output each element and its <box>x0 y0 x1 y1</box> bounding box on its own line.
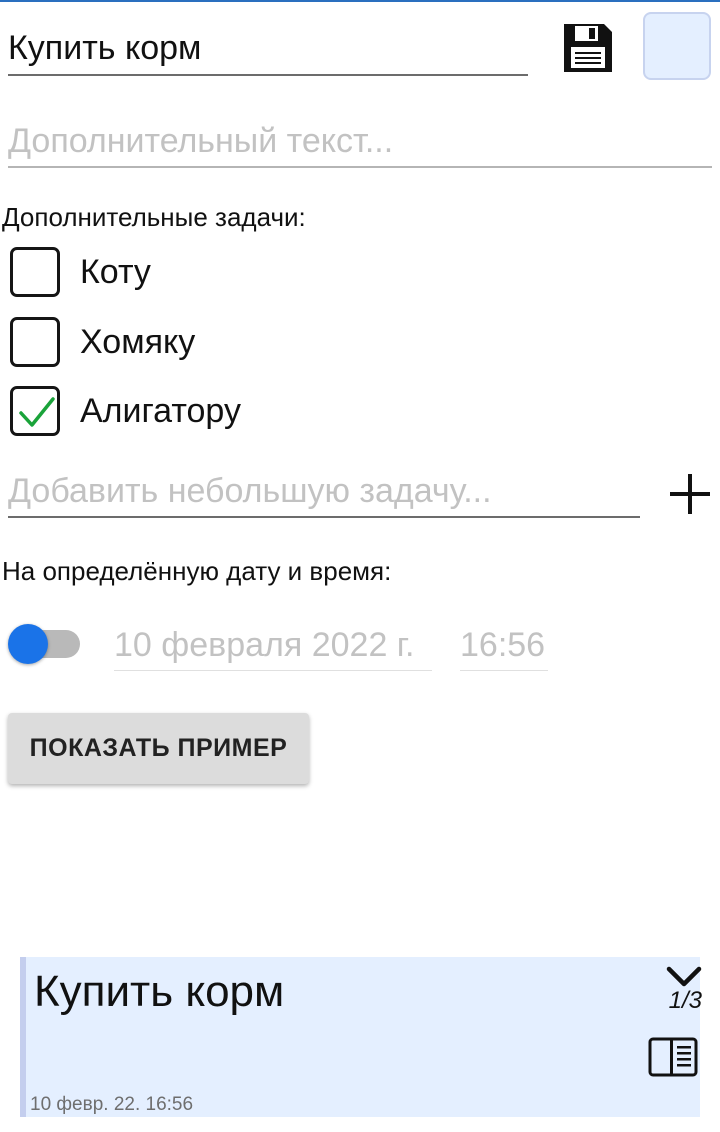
toggle-knob <box>8 624 48 664</box>
schedule-heading: На определённую дату и время: <box>2 556 392 586</box>
checkmark-icon <box>19 397 55 427</box>
subtask-label: Коту <box>80 252 151 291</box>
book-icon[interactable] <box>648 1037 698 1077</box>
preview-title: Купить корм <box>34 967 285 1016</box>
time-field[interactable]: 16:56 <box>460 622 548 671</box>
subtasks-heading: Дополнительные задачи: <box>2 202 306 232</box>
color-picker-button[interactable] <box>643 12 711 80</box>
subtask-checkbox-checked[interactable] <box>10 386 60 436</box>
subtask-checkbox[interactable] <box>10 247 60 297</box>
preview-counter: 1/3 <box>668 987 702 1014</box>
plus-icon[interactable] <box>668 472 712 516</box>
preview-card[interactable]: Купить корм 1/3 10 февр. 22. 16:56 <box>20 957 702 1117</box>
description-input[interactable]: Дополнительный текст... <box>8 118 712 168</box>
subtask-label: Хомяку <box>80 322 196 361</box>
add-subtask-input[interactable]: Добавить небольшую задачу... <box>8 468 640 518</box>
preview-date: 10 февр. 22. 16:56 <box>30 1094 194 1115</box>
subtask-item[interactable]: Хомяку <box>10 317 195 367</box>
schedule-toggle[interactable] <box>8 624 80 664</box>
floppy-disk-icon[interactable] <box>562 22 614 74</box>
show-example-button[interactable]: ПОКАЗАТЬ ПРИМЕР <box>8 713 309 784</box>
top-accent-line <box>0 0 720 2</box>
subtask-checkbox[interactable] <box>10 317 60 367</box>
subtask-item[interactable]: Коту <box>10 247 151 297</box>
date-field[interactable]: 10 февраля 2022 г. <box>114 622 432 671</box>
chevron-down-icon[interactable] <box>666 965 702 989</box>
title-input[interactable]: Купить корм <box>8 24 528 76</box>
subtask-label: Алигатору <box>80 391 241 430</box>
subtask-item[interactable]: Алигатору <box>10 386 241 436</box>
